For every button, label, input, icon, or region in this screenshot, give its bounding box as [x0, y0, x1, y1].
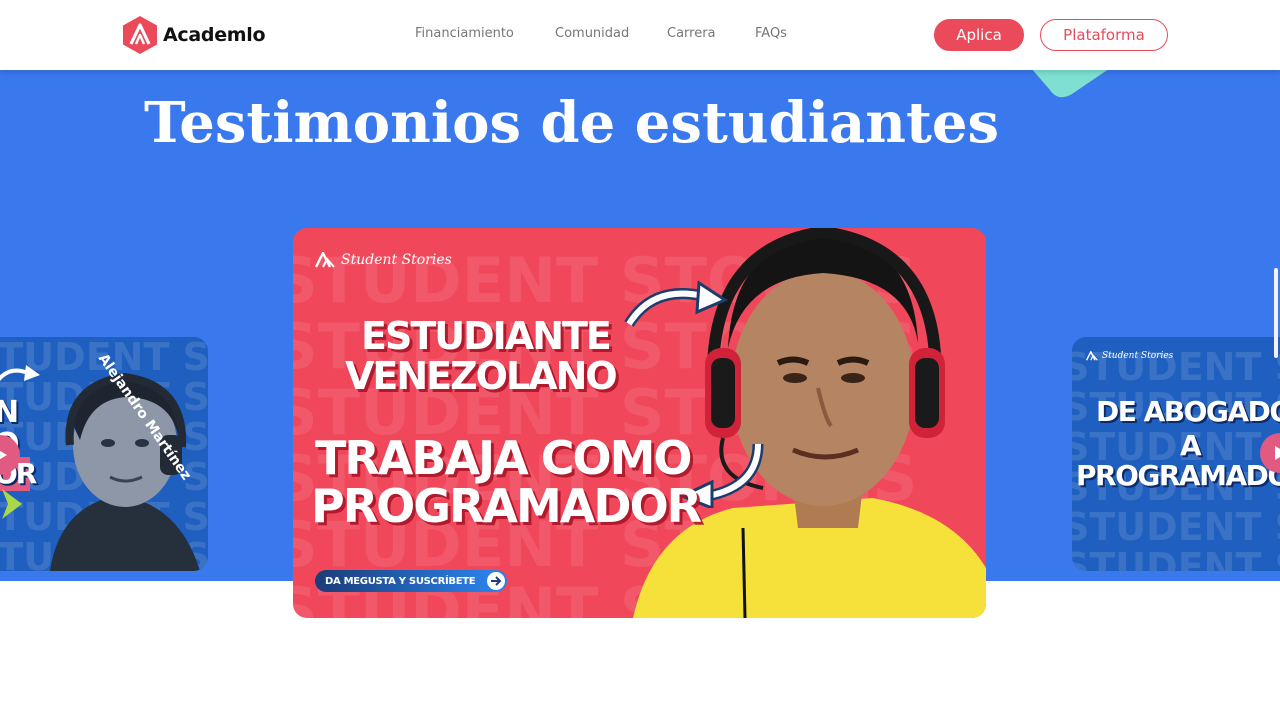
play-icon: [0, 450, 7, 460]
play-icon: [1275, 446, 1280, 460]
student-stories-brand: Student Stories: [1086, 351, 1173, 361]
green-arrow-icon: [2, 489, 22, 519]
section-title: Testimonios de estudiantes: [144, 90, 999, 156]
logo[interactable]: Academlo: [122, 14, 266, 56]
curved-arrow-icon: [0, 365, 40, 382]
academlo-logo-icon: [123, 16, 157, 54]
headline-line-3: TRABAJA COMO: [315, 431, 693, 485]
subscribe-cta: DA MEGUSTA Y SUSCRÍBETE: [315, 570, 507, 592]
decorative-shape: [1032, 70, 1108, 98]
card-left-fragment-1: N: [0, 395, 19, 430]
nav-item-comunidad[interactable]: Comunidad: [555, 26, 629, 41]
testimonial-card-right[interactable]: STUDENT STORIES STUDENT STORIES STUDENT …: [1072, 337, 1280, 571]
nav-item-financiamiento[interactable]: Financiamiento: [415, 26, 514, 41]
headline-line-1: ESTUDIANTE: [361, 314, 612, 358]
site-header: Academlo Financiamiento Comunidad Carrer…: [0, 0, 1280, 70]
card-right-line-1: DE ABOGADO: [1096, 395, 1280, 428]
nav-item-carrera[interactable]: Carrera: [667, 26, 716, 41]
card-right-line-3: PROGRAMADOR: [1076, 459, 1280, 492]
platform-button[interactable]: Plataforma: [1040, 19, 1168, 51]
logo-text: Academlo: [163, 24, 266, 46]
testimonial-card-left[interactable]: STUDENT STORIES STUDENT STORIES STUDENT …: [0, 337, 208, 571]
academlo-logo-icon: [315, 252, 335, 268]
student-stories-brand: Student Stories: [315, 252, 452, 268]
arrow-right-icon: [487, 572, 505, 590]
headline-line-2: VENEZOLANO: [345, 354, 618, 398]
academlo-logo-icon: [1086, 351, 1098, 361]
nav-item-faqs[interactable]: FAQs: [755, 26, 787, 41]
testimonial-card-main[interactable]: STUDENT STORIES STUDENT STORIES STUDENT …: [293, 228, 986, 618]
curved-arrow-icon: [624, 280, 728, 328]
apply-button[interactable]: Aplica: [934, 19, 1024, 51]
headline-line-4: PROGRAMADOR: [311, 479, 702, 533]
carousel-scrollbar[interactable]: [1274, 268, 1278, 358]
card-right-line-2: A: [1180, 429, 1202, 462]
